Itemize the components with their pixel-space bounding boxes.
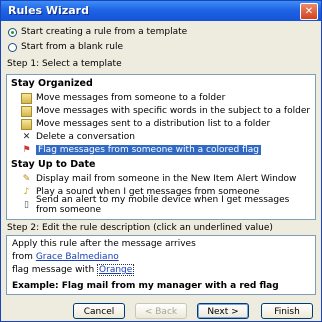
alert-window-icon: ✎ bbox=[22, 173, 31, 184]
option-blank-label: Start from a blank rule bbox=[21, 42, 123, 52]
template-list[interactable]: Stay Organized Move messages from someon… bbox=[6, 74, 316, 220]
template-item-move-specific-words[interactable]: Move messages with specific words in the… bbox=[21, 105, 311, 117]
template-item-label: Delete a conversation bbox=[36, 132, 135, 142]
template-item-label: Move messages sent to a distribution lis… bbox=[36, 119, 271, 129]
cancel-button[interactable]: Cancel bbox=[73, 303, 125, 319]
template-item-flag-messages[interactable]: ⚑ Flag messages from someone with a colo… bbox=[21, 144, 311, 156]
rules-wizard-window: Rules Wizard ✕ Start creating a rule fro… bbox=[0, 0, 322, 322]
template-item-label: Move messages from someone to a folder bbox=[36, 93, 226, 103]
sound-icon: ♪ bbox=[23, 186, 30, 197]
template-item-move-distribution-list[interactable]: Move messages sent to a distribution lis… bbox=[21, 118, 311, 130]
description-line-3: flag message with Orange bbox=[12, 264, 135, 276]
template-item-delete-conversation[interactable]: ✕ Delete a conversation bbox=[21, 131, 311, 143]
group-header-organized: Stay Organized bbox=[11, 78, 93, 89]
radio-template[interactable] bbox=[8, 27, 17, 37]
template-item-label: Move messages with specific words in the… bbox=[36, 106, 311, 116]
mobile-icon: ▯ bbox=[24, 199, 29, 210]
template-item-move-from-someone[interactable]: Move messages from someone to a folder bbox=[21, 92, 311, 104]
envelope-move-icon bbox=[21, 118, 32, 130]
window-title: Rules Wizard bbox=[8, 4, 89, 17]
option-blank-rule[interactable]: Start from a blank rule bbox=[8, 41, 123, 53]
flag-color-link[interactable]: Orange bbox=[97, 264, 135, 276]
finish-button[interactable]: Finish bbox=[261, 303, 313, 319]
flag-icon: ⚑ bbox=[22, 144, 31, 155]
radio-blank[interactable] bbox=[8, 42, 17, 52]
rule-description-box: Apply this rule after the message arrive… bbox=[6, 235, 316, 295]
next-button[interactable]: Next > bbox=[197, 303, 249, 319]
step2-label: Step 2: Edit the rule description (click… bbox=[7, 223, 273, 233]
close-button[interactable]: ✕ bbox=[300, 3, 318, 20]
option-template-label: Start creating a rule from a template bbox=[21, 27, 188, 37]
step1-label: Step 1: Select a template bbox=[7, 59, 122, 69]
back-button[interactable]: < Back bbox=[135, 303, 187, 319]
template-item-label: Send an alert to my mobile device when I… bbox=[36, 195, 290, 215]
description-from-prefix: from bbox=[12, 252, 36, 262]
envelope-move-icon bbox=[21, 105, 32, 117]
envelope-move-icon bbox=[21, 92, 32, 104]
template-item-label: Flag messages from someone with a colore… bbox=[36, 145, 261, 155]
template-item-new-item-alert[interactable]: ✎ Display mail from someone in the New I… bbox=[21, 173, 311, 185]
template-item-mobile-alert[interactable]: ▯ Send an alert to my mobile device when… bbox=[21, 195, 311, 215]
group-header-up-to-date: Stay Up to Date bbox=[11, 159, 96, 170]
description-line-1: Apply this rule after the message arrive… bbox=[12, 239, 196, 249]
title-bar[interactable]: Rules Wizard ✕ bbox=[1, 1, 321, 21]
description-flag-prefix: flag message with bbox=[12, 265, 98, 275]
template-item-label: Display mail from someone in the New Ite… bbox=[36, 174, 297, 184]
option-from-template[interactable]: Start creating a rule from a template bbox=[8, 26, 187, 38]
delete-icon: ✕ bbox=[22, 131, 31, 142]
example-text: Example: Flag mail from my manager with … bbox=[12, 281, 279, 291]
description-line-2: from Grace Balmediano bbox=[12, 252, 119, 262]
sender-link[interactable]: Grace Balmediano bbox=[36, 252, 119, 262]
